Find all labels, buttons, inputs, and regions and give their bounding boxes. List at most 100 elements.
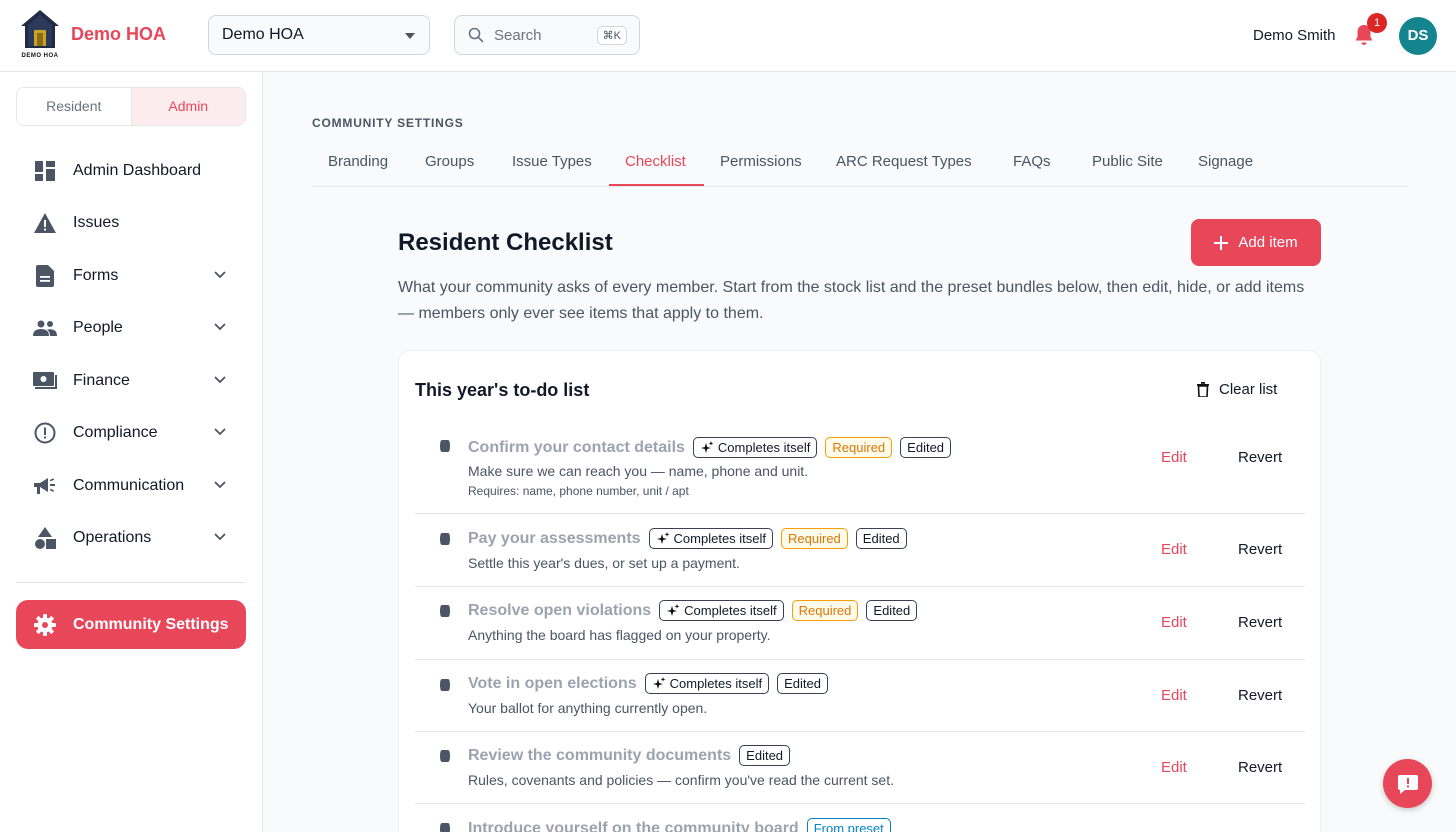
top-bar: DEMO HOA Demo HOA Demo HOA Search ⌘K Dem… (0, 0, 1456, 72)
sidebar-item-label: Finance (73, 372, 130, 389)
row-title: Vote in open elections (468, 674, 637, 692)
sidebar-item-people[interactable]: People (16, 304, 246, 352)
row-requirements: Requires: name, phone number, unit / apt (468, 484, 689, 498)
caret-down-icon (405, 33, 415, 39)
edited-chip: Edited (855, 528, 907, 549)
edit-button[interactable]: Edit (1161, 541, 1187, 558)
sidebar: Resident Admin Admin Dashboard Issues Fo… (0, 72, 263, 832)
sidebar-item-label: People (73, 319, 123, 336)
visibility-toggle[interactable] (421, 439, 451, 453)
chevron-down-icon (214, 376, 226, 384)
row-title-line: Resolve open violations Completes itself… (468, 600, 918, 621)
tab-branding[interactable]: Branding (328, 153, 388, 170)
revert-button[interactable]: Revert (1238, 687, 1282, 704)
row-description: Make sure we can reach you — name, phone… (468, 463, 809, 479)
edit-button[interactable]: Edit (1161, 687, 1187, 704)
auto-complete-chip: Completes itself (648, 528, 774, 549)
revert-button[interactable]: Revert (1238, 614, 1282, 631)
page-title: Resident Checklist (398, 229, 613, 256)
tab-signage[interactable]: Signage (1198, 153, 1253, 170)
sidebar-item-issues[interactable]: Issues (16, 199, 246, 247)
role-toggle: Resident Admin (16, 87, 246, 126)
sidebar-item-label: Forms (73, 267, 119, 284)
sidebar-item-label: Community Settings (73, 615, 229, 633)
chip-label: Completes itself (684, 603, 777, 618)
sidebar-item-admin-dashboard[interactable]: Admin Dashboard (16, 147, 246, 195)
visibility-toggle[interactable] (421, 604, 451, 618)
row-title: Resolve open violations (468, 601, 652, 619)
trash-icon (1197, 382, 1209, 397)
edit-button[interactable]: Edit (1161, 614, 1187, 631)
hoa-select[interactable]: Demo HOA (208, 15, 430, 55)
tab-faqs[interactable]: FAQs (1013, 153, 1051, 170)
sidebar-item-label: Communication (73, 477, 185, 494)
chevron-down-icon (214, 481, 226, 489)
document-icon (33, 264, 57, 288)
tab-arc-request-types[interactable]: ARC Request Types (836, 153, 972, 170)
chip-label: Completes itself (717, 440, 811, 455)
edited-chip: Edited (739, 745, 791, 766)
visibility-toggle[interactable] (421, 822, 451, 832)
tab-checklist[interactable]: Checklist (625, 153, 686, 170)
feedback-button[interactable] (1383, 759, 1432, 808)
brand-name[interactable]: Demo HOA (71, 24, 166, 45)
auto-complete-chip: Completes itself (644, 673, 770, 694)
chevron-down-icon (214, 428, 226, 436)
search-input[interactable]: Search ⌘K (454, 15, 640, 55)
chevron-down-icon (214, 271, 226, 279)
sidebar-item-compliance[interactable]: Compliance (16, 409, 246, 457)
edit-button[interactable]: Edit (1161, 449, 1187, 466)
auto-complete-chip: Completes itself (692, 437, 818, 458)
logo[interactable]: DEMO HOA (18, 8, 62, 62)
avatar[interactable]: DS (1399, 17, 1437, 55)
sidebar-divider (16, 582, 246, 583)
row-title: Confirm your contact details (468, 438, 685, 456)
sidebar-item-forms[interactable]: Forms (16, 252, 246, 300)
user-name[interactable]: Demo Smith (1253, 27, 1336, 44)
required-chip: Required (781, 528, 848, 549)
revert-button[interactable]: Revert (1238, 449, 1282, 466)
search-placeholder: Search (494, 26, 542, 44)
visibility-toggle[interactable] (421, 678, 451, 692)
sidebar-item-communication[interactable]: Communication (16, 462, 246, 510)
people-icon (33, 316, 57, 340)
page-description: What your community asks of every member… (398, 279, 1305, 322)
chevron-down-icon (214, 323, 226, 331)
add-item-label: Add item (1238, 234, 1298, 251)
tab-permissions[interactable]: Permissions (720, 153, 802, 170)
checklist-row: Confirm your contact details Completes i… (415, 421, 1305, 514)
chevron-down-icon (214, 533, 226, 541)
gear-icon (33, 613, 57, 637)
role-admin-button[interactable]: Admin (131, 88, 245, 125)
sparkles-icon (652, 676, 666, 689)
plus-icon (1214, 235, 1229, 250)
sparkles-icon (656, 531, 669, 544)
sidebar-item-community-settings[interactable]: Community Settings (16, 600, 246, 649)
sidebar-item-operations[interactable]: Operations (16, 514, 246, 562)
tab-public-site[interactable]: Public Site (1092, 153, 1163, 170)
revert-button[interactable]: Revert (1238, 759, 1282, 776)
tab-groups[interactable]: Groups (425, 153, 474, 170)
sidebar-item-label: Operations (73, 529, 152, 546)
checklist-row: Review the community documents Edited Ru… (415, 732, 1305, 804)
visibility-toggle[interactable] (421, 532, 451, 546)
alert-circle-icon (33, 421, 57, 445)
sidebar-item-label: Compliance (73, 424, 158, 441)
sidebar-item-finance[interactable]: Finance (16, 357, 246, 405)
add-item-button[interactable]: Add item (1191, 219, 1321, 266)
row-title: Pay your assessments (468, 529, 641, 547)
visibility-toggle[interactable] (421, 749, 451, 763)
active-tab-indicator (609, 184, 704, 186)
checklist-row: Pay your assessments Completes itself Re… (415, 514, 1305, 587)
role-resident-button[interactable]: Resident (17, 88, 132, 125)
shapes-icon (33, 526, 57, 550)
tab-issue-types[interactable]: Issue Types (512, 153, 592, 170)
revert-button[interactable]: Revert (1238, 541, 1282, 558)
edit-button[interactable]: Edit (1161, 759, 1187, 776)
required-chip: Required (825, 437, 893, 458)
row-description: Rules, covenants and policies — confirm … (468, 772, 894, 788)
checklist-row: Vote in open elections Completes itself … (415, 660, 1305, 732)
clear-list-button[interactable]: Clear list (1197, 381, 1277, 398)
search-icon (468, 27, 484, 43)
settings-tabs: Branding Groups Issue Types Checklist Pe… (312, 140, 1408, 187)
